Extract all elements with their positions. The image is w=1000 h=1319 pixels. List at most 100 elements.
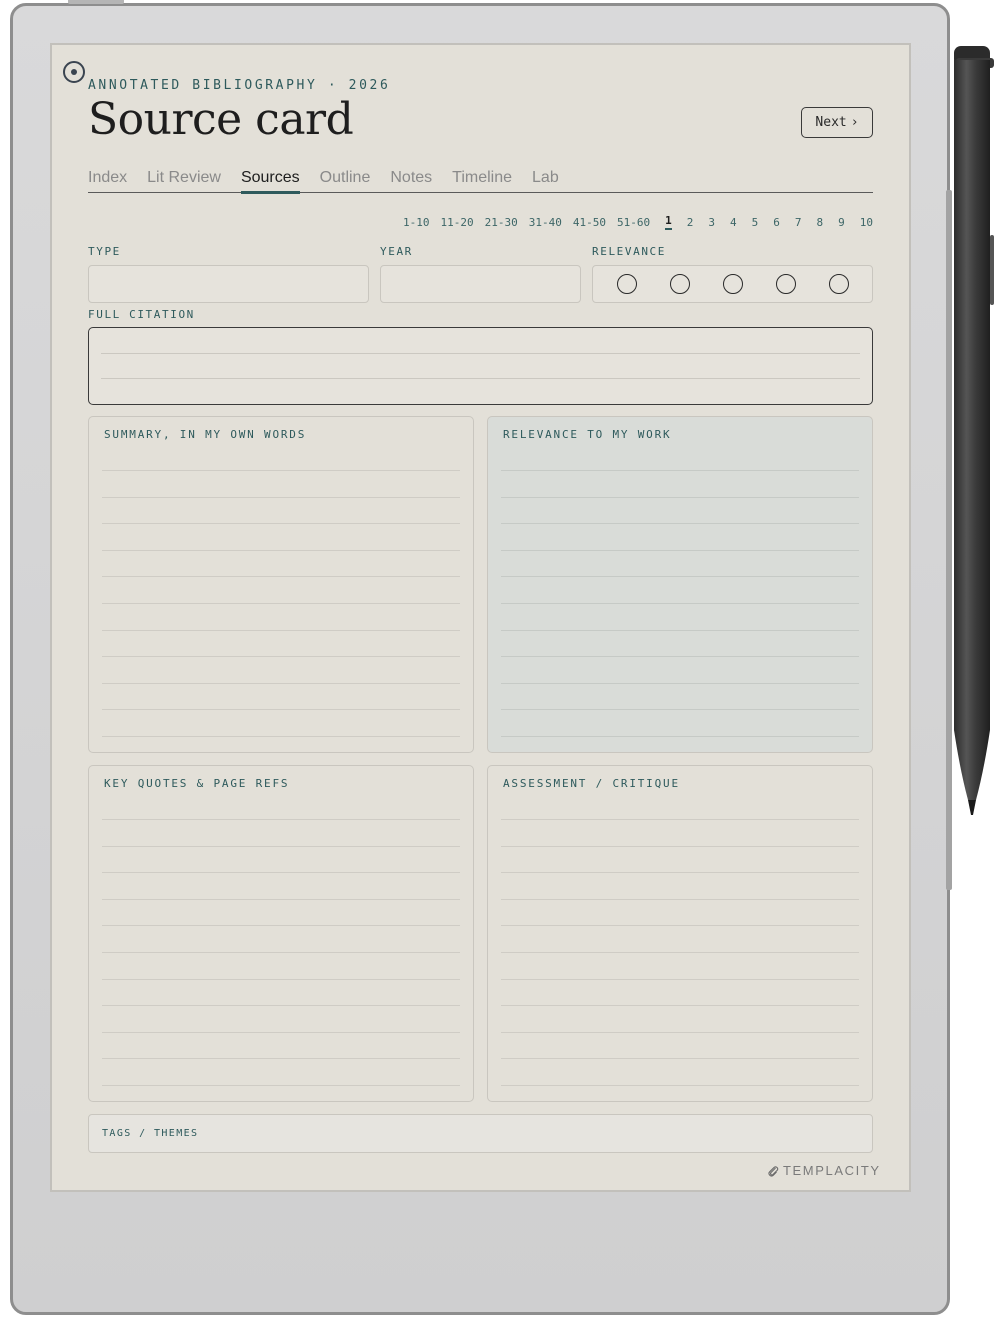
page-link-current[interactable]: 1	[665, 214, 672, 230]
page-link[interactable]: 10	[860, 216, 873, 229]
brand-logo: TEMPLACITY	[767, 1163, 881, 1178]
summary-panel-title: SUMMARY, IN MY OWN WORDS	[104, 428, 307, 441]
range-link[interactable]: 31-40	[529, 216, 562, 229]
writing-line	[501, 845, 859, 847]
page-link[interactable]: 4	[730, 216, 737, 229]
writing-line	[501, 736, 859, 737]
power-icon[interactable]	[63, 61, 85, 83]
chevron-right-icon: ›	[850, 115, 859, 130]
writing-line	[102, 1085, 460, 1086]
tab-notes[interactable]: Notes	[390, 168, 432, 192]
tab-timeline[interactable]: Timeline	[452, 168, 512, 192]
relevance-radio-2[interactable]	[669, 274, 690, 294]
writing-line	[501, 1058, 859, 1060]
tags-field[interactable]: TAGS / THEMES	[88, 1114, 873, 1153]
brand-name: TEMPLACITY	[783, 1163, 881, 1178]
range-link[interactable]: 41-50	[573, 216, 606, 229]
next-button-label: Next	[815, 115, 847, 130]
writing-line	[102, 1058, 460, 1060]
relevance-radio-3[interactable]	[722, 274, 743, 294]
citation-field[interactable]	[88, 327, 873, 405]
page-title: Source card	[88, 94, 354, 145]
writing-line	[102, 952, 460, 953]
writing-line	[501, 898, 859, 900]
writing-line	[501, 709, 859, 711]
writing-line	[101, 378, 860, 379]
paperclip-icon	[768, 1165, 779, 1177]
page-link[interactable]: 6	[773, 216, 780, 229]
citation-label: FULL CITATION	[88, 308, 195, 321]
quotes-panel[interactable]: KEY QUOTES & PAGE REFS	[88, 765, 474, 1102]
assessment-panel[interactable]: ASSESSMENT / CRITIQUE	[487, 765, 873, 1102]
relevance-panel-title: RELEVANCE TO MY WORK	[503, 428, 672, 441]
year-label: YEAR	[380, 245, 413, 258]
writing-line	[501, 952, 859, 953]
relevance-panel[interactable]: RELEVANCE TO MY WORK	[487, 416, 873, 753]
writing-line	[501, 470, 859, 471]
writing-line	[501, 1031, 859, 1033]
range-link[interactable]: 1-10	[403, 216, 430, 229]
relevance-radio-5[interactable]	[828, 274, 849, 294]
tab-lab[interactable]: Lab	[532, 168, 559, 192]
page-link[interactable]: 7	[795, 216, 802, 229]
writing-line	[102, 470, 460, 471]
next-button[interactable]: Next ›	[801, 107, 873, 138]
writing-line	[102, 845, 460, 847]
page-link[interactable]: 3	[708, 216, 715, 229]
writing-line	[501, 872, 859, 874]
stylus-pen	[954, 46, 994, 815]
writing-line	[102, 656, 460, 658]
writing-line	[501, 603, 859, 604]
writing-line	[101, 353, 860, 354]
writing-line	[501, 819, 859, 820]
tab-sources[interactable]: Sources	[240, 168, 300, 194]
writing-line	[501, 682, 859, 684]
page-link[interactable]: 2	[687, 216, 694, 229]
summary-panel[interactable]: SUMMARY, IN MY OWN WORDS	[88, 416, 474, 753]
range-link[interactable]: 11-20	[441, 216, 474, 229]
writing-line	[501, 925, 859, 927]
writing-line	[102, 603, 460, 604]
writing-line	[102, 549, 460, 551]
page-link[interactable]: 5	[752, 216, 759, 229]
page-link[interactable]: 9	[838, 216, 845, 229]
writing-line	[501, 629, 859, 631]
type-label: TYPE	[88, 245, 121, 258]
range-link[interactable]: 51-60	[617, 216, 650, 229]
writing-line	[102, 1005, 460, 1007]
assessment-panel-title: ASSESSMENT / CRITIQUE	[503, 777, 680, 790]
page-eyebrow: ANNOTATED BIBLIOGRAPHY · 2026	[88, 78, 391, 93]
writing-line	[102, 872, 460, 874]
writing-line	[501, 549, 859, 551]
writing-line	[501, 1005, 859, 1007]
writing-line	[102, 925, 460, 927]
tab-bar: Index Lit Review Sources Outline Notes T…	[88, 168, 873, 194]
writing-line	[102, 898, 460, 900]
writing-line	[102, 1031, 460, 1033]
year-field[interactable]	[380, 265, 581, 303]
writing-line	[102, 978, 460, 980]
writing-line	[102, 682, 460, 684]
writing-line	[102, 496, 460, 498]
writing-line	[501, 656, 859, 658]
writing-line	[501, 523, 859, 525]
page-navigator: 1-10 11-20 21-30 31-40 41-50 51-60 1 2 3…	[392, 214, 873, 230]
range-link[interactable]: 21-30	[485, 216, 518, 229]
tab-outline[interactable]: Outline	[320, 168, 371, 192]
relevance-radio-4[interactable]	[775, 274, 796, 294]
relevance-rating	[592, 265, 873, 303]
quotes-panel-title: KEY QUOTES & PAGE REFS	[104, 777, 290, 790]
relevance-radio-1[interactable]	[616, 274, 637, 294]
writing-line	[102, 819, 460, 820]
device-top-button	[68, 0, 124, 4]
writing-line	[102, 523, 460, 525]
tab-lit-review[interactable]: Lit Review	[147, 168, 221, 192]
writing-line	[102, 736, 460, 737]
writing-line	[501, 576, 859, 578]
tab-index[interactable]: Index	[88, 168, 127, 192]
tags-label: TAGS / THEMES	[102, 1128, 199, 1139]
writing-line	[501, 1085, 859, 1086]
page-link[interactable]: 8	[817, 216, 824, 229]
type-field[interactable]	[88, 265, 369, 303]
relevance-label: RELEVANCE	[592, 245, 667, 258]
